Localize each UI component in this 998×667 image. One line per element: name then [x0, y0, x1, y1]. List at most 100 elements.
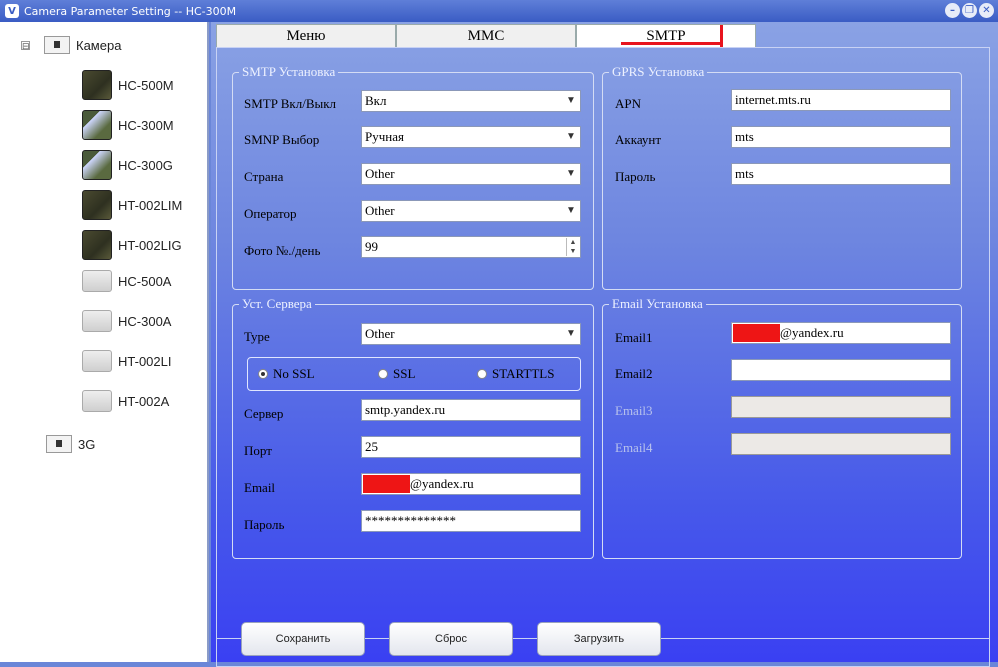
select-value: Other: [365, 203, 395, 218]
type-label: Type: [244, 329, 270, 344]
tree-node-label: Камера: [76, 37, 122, 53]
stepper-arrows[interactable]: ▲ ▼: [566, 238, 579, 256]
tree-node-label: HC-500A: [118, 273, 172, 289]
tree-node-camera-model[interactable]: HT-002LIG: [82, 230, 182, 260]
camera-icon: [82, 270, 112, 292]
email-label: Email: [244, 480, 276, 495]
smnp-label: SMNP Выбор: [244, 132, 320, 147]
email4-field: [731, 433, 951, 455]
window-title: Camera Parameter Setting -- HC-300M: [24, 4, 237, 18]
radio-no-ssl[interactable]: No SSL: [258, 366, 315, 382]
server-password-field[interactable]: **************: [361, 510, 581, 532]
photos-per-day-label: Фото №./день: [244, 243, 321, 258]
server-label: Сервер: [244, 406, 284, 421]
camera-icon: [82, 390, 112, 412]
port-field[interactable]: 25: [361, 436, 581, 458]
email1-label: Email1: [615, 330, 653, 345]
tree-node-3g[interactable]: 3G: [46, 435, 95, 453]
chevron-down-icon: ▼: [566, 205, 576, 216]
server-field[interactable]: smtp.yandex.ru: [361, 399, 581, 421]
radio-dot: [258, 369, 268, 379]
radio-ssl[interactable]: SSL: [378, 366, 415, 382]
device-tree: ⊟ Камера HC-500M HC-300M HC-300G HT-002LIM H…: [0, 22, 209, 662]
radio-starttls[interactable]: STARTTLS: [477, 366, 554, 382]
email-domain: @yandex.ru: [780, 325, 844, 340]
tree-node-camera-model[interactable]: HT-002A: [82, 390, 169, 412]
tab-smtp[interactable]: SMTP: [576, 24, 756, 48]
operator-label: Оператор: [244, 206, 297, 221]
tree-node-label: HT-002LIG: [118, 237, 182, 253]
collapse-icon[interactable]: ⊟: [21, 40, 30, 50]
tree-node-label: HT-002LIM: [118, 197, 183, 213]
load-button[interactable]: Загрузить: [537, 622, 661, 656]
operator-select[interactable]: Other ▼: [361, 200, 581, 222]
camera-icon: [82, 150, 112, 180]
tree-node-camera-model[interactable]: HC-300M: [82, 110, 174, 140]
email2-field[interactable]: [731, 359, 951, 381]
select-value: Ручная: [365, 129, 404, 144]
camera-group-icon: [44, 36, 70, 54]
camera-icon: [82, 70, 112, 100]
apn-label: APN: [615, 96, 642, 111]
tab-mmc[interactable]: MMC: [396, 24, 576, 48]
tree-node-camera-model[interactable]: HT-002LI: [82, 350, 171, 372]
email-field[interactable]: @yandex.ru: [361, 473, 581, 495]
tree-node-label: HC-300M: [118, 117, 174, 133]
type-select[interactable]: Other ▼: [361, 323, 581, 345]
stepper-value: 99: [365, 239, 378, 254]
camera-icon: [82, 350, 112, 372]
tree-node-camera-model[interactable]: HC-300G: [82, 150, 173, 180]
gprs-password-field[interactable]: mts: [731, 163, 951, 185]
redaction-mark: [363, 475, 410, 493]
close-button[interactable]: ✕: [979, 3, 994, 18]
reset-button[interactable]: Сброс: [389, 622, 513, 656]
restore-button[interactable]: ❐: [962, 3, 977, 18]
chevron-up-icon[interactable]: ▲: [567, 238, 579, 247]
country-label: Страна: [244, 169, 284, 184]
tree-node-label: HC-500M: [118, 77, 174, 93]
group-title: SMTP Установка: [242, 64, 336, 79]
smtp-onoff-select[interactable]: Вкл ▼: [361, 90, 581, 112]
camera-icon: [82, 310, 112, 332]
gprs-password-label: Пароль: [615, 169, 656, 184]
email1-field[interactable]: @yandex.ru: [731, 322, 951, 344]
chevron-down-icon: ▼: [566, 131, 576, 142]
tree-node-camera-model[interactable]: HC-300A: [82, 310, 171, 332]
radio-label: STARTTLS: [492, 366, 555, 381]
tab-bar: Меню MMC SMTP: [216, 24, 756, 48]
radio-dot: [378, 369, 388, 379]
smnp-select[interactable]: Ручная ▼: [361, 126, 581, 148]
camera-icon: [82, 110, 112, 140]
camera-icon: [82, 190, 112, 220]
tree-node-label: HC-300A: [118, 313, 172, 329]
title-bar: V Camera Parameter Setting -- HC-300M – …: [0, 0, 998, 22]
tree-node-camera[interactable]: ⊟ Камера: [21, 36, 121, 54]
email-domain: @yandex.ru: [410, 476, 474, 491]
radio-label: No SSL: [273, 366, 315, 381]
tab-menu[interactable]: Меню: [216, 24, 396, 48]
apn-field[interactable]: internet.mts.ru: [731, 89, 951, 111]
tree-node-label: HC-300G: [118, 157, 173, 173]
country-select[interactable]: Other ▼: [361, 163, 581, 185]
camera-group-icon: [46, 435, 72, 453]
tree-node-label: 3G: [78, 436, 96, 452]
chevron-down-icon[interactable]: ▼: [567, 247, 579, 256]
camera-icon: [82, 230, 112, 260]
photos-per-day-stepper[interactable]: 99 ▲ ▼: [361, 236, 581, 258]
minimize-button[interactable]: –: [945, 3, 960, 18]
select-value: Other: [365, 326, 395, 341]
redaction-mark: [733, 324, 780, 342]
tree-node-camera-model[interactable]: HC-500A: [82, 270, 171, 292]
tree-node-camera-model[interactable]: HT-002LIM: [82, 190, 182, 220]
save-button[interactable]: Сохранить: [241, 622, 365, 656]
email3-field: [731, 396, 951, 418]
chevron-down-icon: ▼: [566, 168, 576, 179]
group-title: GPRS Установка: [612, 64, 705, 79]
email4-label: Email4: [615, 440, 653, 455]
tree-node-label: HT-002LI: [118, 353, 172, 369]
account-field[interactable]: mts: [731, 126, 951, 148]
email2-label: Email2: [615, 366, 653, 381]
radio-label: SSL: [393, 366, 416, 381]
tree-node-camera-model[interactable]: HC-500M: [82, 70, 174, 100]
group-title: Email Установка: [612, 296, 703, 311]
